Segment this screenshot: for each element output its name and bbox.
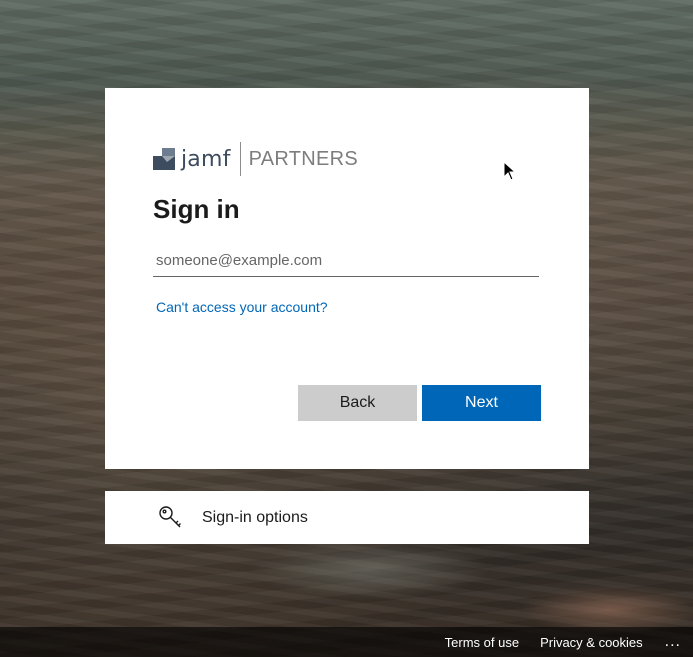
back-button[interactable]: Back [298, 385, 417, 421]
more-options-button[interactable]: ... [665, 633, 681, 651]
cant-access-account-link[interactable]: Can't access your account? [156, 299, 328, 315]
background-river [250, 540, 490, 600]
next-button[interactable]: Next [422, 385, 541, 421]
jamf-logo-icon [153, 148, 175, 170]
key-icon [158, 505, 184, 531]
logo-partners: PARTNERS [248, 147, 359, 170]
logo-word: jamf [181, 146, 231, 172]
logo-divider [239, 142, 241, 176]
footer-bar: Terms of use Privacy & cookies ... [0, 627, 693, 657]
mouse-cursor-icon [503, 160, 517, 186]
jamf-partners-logo: jamf PARTNERS [153, 142, 359, 176]
sign-in-card: jamf PARTNERS Sign in Can't access your … [105, 88, 589, 469]
privacy-cookies-link[interactable]: Privacy & cookies [540, 635, 643, 650]
sign-in-options-button[interactable]: Sign-in options [105, 491, 589, 544]
page-title: Sign in [153, 194, 240, 224]
terms-of-use-link[interactable]: Terms of use [445, 635, 519, 650]
sign-in-options-label: Sign-in options [202, 508, 308, 526]
email-field[interactable] [153, 244, 539, 277]
